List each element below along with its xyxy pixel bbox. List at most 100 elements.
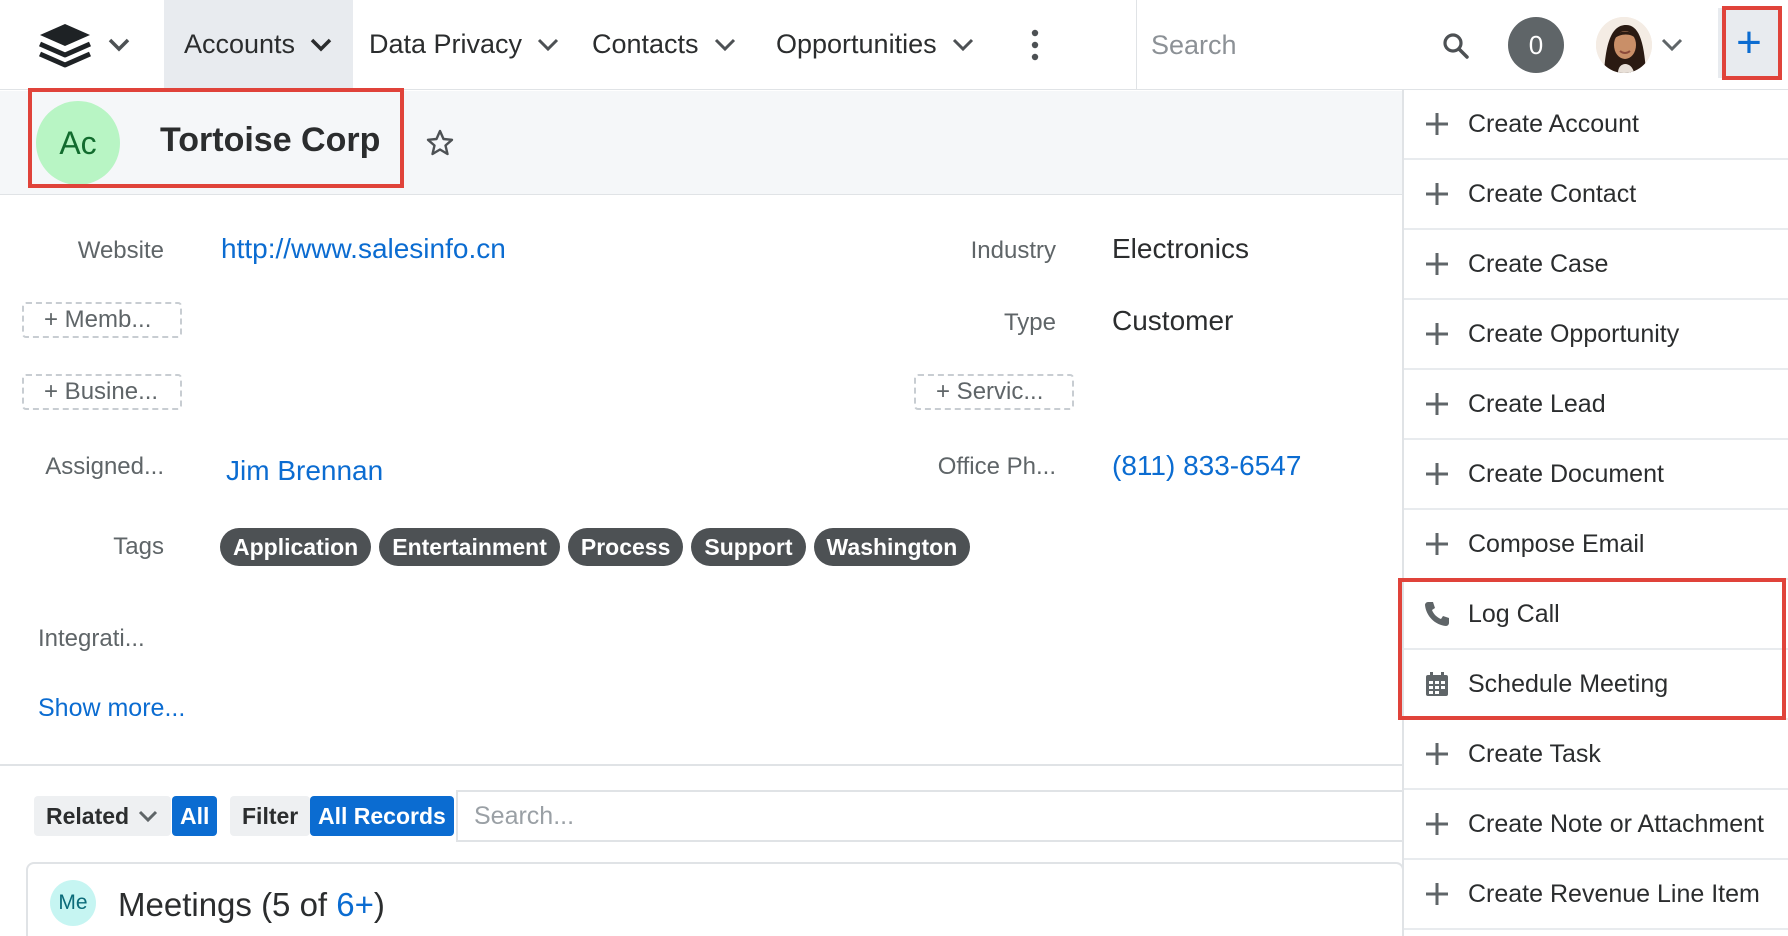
tag[interactable]: Support (691, 528, 806, 566)
type-label: Type (1003, 309, 1056, 336)
menu-item-create-opportunity[interactable]: Create Opportunity (1404, 300, 1788, 370)
calendar-icon (1426, 672, 1448, 696)
quick-create-plus-icon: + (1736, 18, 1762, 67)
app-logo-icon[interactable] (38, 22, 92, 68)
add-business-button[interactable]: + Busine... (22, 374, 182, 410)
chevron-down-icon[interactable] (951, 37, 975, 53)
show-more-link[interactable]: Show more... (38, 694, 185, 723)
notifications-badge[interactable]: 0 (1508, 17, 1564, 73)
menu-item-label: Create Opportunity (1468, 319, 1680, 348)
meetings-subpanel: Me Meetings (5 of 6+) (26, 862, 1404, 936)
search-icon[interactable] (1442, 32, 1470, 60)
user-photo-icon (1596, 17, 1652, 73)
menu-item-create-note[interactable]: Create Note or Attachment (1404, 790, 1788, 860)
filter-label: Filter (230, 796, 311, 836)
menu-item-label: Create Task (1468, 739, 1601, 768)
tab-data-privacy-label: Data Privacy (369, 29, 523, 59)
phone-icon (1425, 602, 1449, 626)
global-search (1136, 0, 1472, 89)
chevron-down-icon[interactable] (713, 37, 737, 53)
all-modules-button[interactable]: All (172, 796, 218, 836)
tab-data-privacy[interactable]: Data Privacy (349, 0, 580, 89)
plus-icon (1426, 743, 1448, 765)
global-search-input[interactable] (1151, 22, 1411, 68)
related-dropdown[interactable]: Related (34, 796, 172, 836)
tag[interactable]: Application (220, 528, 372, 566)
tag[interactable]: Entertainment (379, 528, 560, 566)
website-label: Website (77, 237, 164, 264)
chevron-down-icon (139, 810, 158, 823)
plus-icon (1426, 813, 1448, 835)
tab-opportunities-label: Opportunities (776, 29, 937, 59)
record-header: Ac Tortoise Corp (0, 91, 1404, 195)
assigned-user-link[interactable]: Jim Brennan (226, 455, 383, 487)
industry-value: Electronics (1112, 233, 1249, 264)
plus-icon (1426, 533, 1448, 555)
menu-item-create-account[interactable]: Create Account (1404, 90, 1788, 160)
meetings-title[interactable]: Meetings (5 of 6+) (118, 886, 385, 924)
tab-accounts[interactable]: Accounts (164, 0, 354, 89)
tab-contacts[interactable]: Contacts (572, 0, 757, 89)
related-label: Related (46, 802, 130, 829)
meetings-title-text: Meetings (5 of (118, 886, 337, 923)
menu-item-label: Compose Email (1468, 529, 1645, 558)
record-name: Tortoise Corp (160, 121, 381, 159)
top-navigation: Accounts Data Privacy Contacts Opportuni… (0, 0, 1788, 90)
plus-icon (1426, 253, 1448, 275)
menu-item-create-revenue-line-item[interactable]: Create Revenue Line Item (1404, 860, 1788, 930)
menu-item-create-task[interactable]: Create Task (1404, 720, 1788, 790)
plus-icon (1426, 883, 1448, 905)
plus-icon (1426, 113, 1448, 135)
integration-label: Integrati... (38, 625, 145, 652)
meetings-module-icon: Me (50, 880, 96, 926)
more-tabs-kebab-icon[interactable] (1025, 28, 1045, 62)
chevron-down-icon[interactable] (536, 37, 560, 53)
tags-list: Application Entertainment Process Suppor… (220, 528, 971, 566)
user-menu-chevron-down-icon[interactable] (1660, 36, 1684, 54)
tag[interactable]: Process (567, 528, 684, 566)
menu-item-label: Create Account (1468, 109, 1639, 138)
tag[interactable]: Washington (813, 528, 971, 566)
industry-label: Industry (970, 237, 1056, 264)
plus-icon (1426, 323, 1448, 345)
menu-item-compose-email[interactable]: Compose Email (1404, 510, 1788, 580)
menu-item-create-document[interactable]: Create Document (1404, 440, 1788, 510)
type-value: Customer (1112, 305, 1234, 336)
menu-item-label: Schedule Meeting (1468, 669, 1669, 698)
logo-chevron-down-icon[interactable] (106, 34, 132, 56)
menu-item-label: Create Revenue Line Item (1468, 879, 1760, 908)
user-avatar[interactable] (1596, 17, 1652, 73)
website-link[interactable]: http://www.salesinfo.cn (221, 233, 506, 265)
menu-item-schedule-meeting[interactable]: Schedule Meeting (1404, 650, 1788, 720)
add-service-button[interactable]: + Servic... (914, 374, 1074, 410)
favorite-star-icon[interactable] (426, 129, 454, 157)
record-avatar: Ac (36, 101, 120, 185)
menu-item-create-case[interactable]: Create Case (1404, 230, 1788, 300)
menu-item-create-lead[interactable]: Create Lead (1404, 370, 1788, 440)
plus-icon (1426, 393, 1448, 415)
assigned-label: Assigned... (45, 453, 164, 480)
subpanel-search-input[interactable] (456, 790, 1404, 842)
quick-create-menu: Create Account Create Contact Create Cas… (1402, 90, 1788, 936)
add-member-button[interactable]: + Memb... (22, 302, 182, 338)
meetings-title-close: ) (373, 886, 385, 923)
tab-accounts-label: Accounts (184, 29, 296, 59)
all-records-filter-button[interactable]: All Records (310, 796, 454, 836)
menu-item-label: Log Call (1468, 599, 1560, 628)
office-phone-label: Office Ph... (937, 453, 1056, 480)
tags-label: Tags (113, 533, 164, 560)
quick-create-button[interactable]: + (1718, 8, 1780, 78)
chevron-down-icon[interactable] (309, 37, 333, 53)
tab-opportunities[interactable]: Opportunities (756, 0, 995, 89)
section-divider (0, 764, 1404, 766)
menu-item-label: Create Document (1468, 459, 1664, 488)
menu-item-label: Create Contact (1468, 179, 1637, 208)
tab-contacts-label: Contacts (592, 29, 699, 59)
menu-item-create-contact[interactable]: Create Contact (1404, 160, 1788, 230)
office-phone-link[interactable]: (811) 833-6547 (1112, 450, 1301, 482)
menu-item-label: Create Note or Attachment (1468, 809, 1764, 838)
menu-item-log-call[interactable]: Log Call (1404, 580, 1788, 650)
meetings-count-link[interactable]: 6+ (336, 886, 374, 923)
menu-item-label: Create Lead (1468, 389, 1606, 418)
plus-icon (1426, 183, 1448, 205)
